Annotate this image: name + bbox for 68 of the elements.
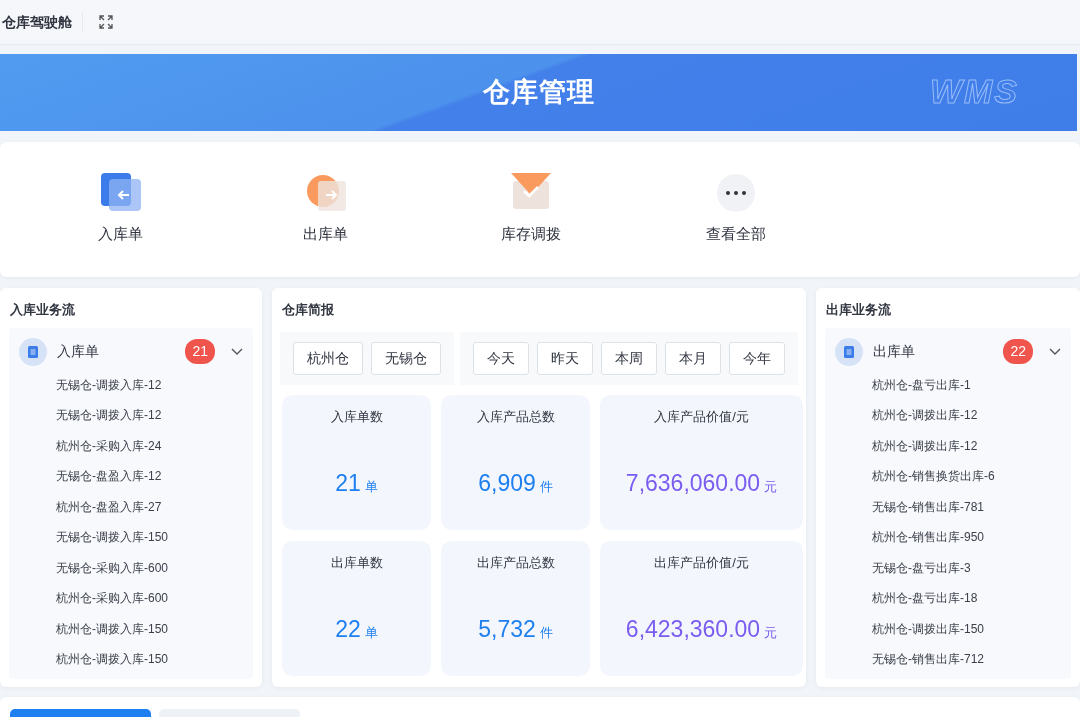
quick-action[interactable]: 入库单	[18, 172, 223, 247]
arrow-circle-icon	[305, 173, 346, 214]
stat-value: 6,909 件	[478, 469, 553, 498]
list-item[interactable]: 杭州仓-盘亏出库-1	[825, 369, 1071, 400]
document-arrow-icon	[100, 173, 141, 214]
stat-unit: 单	[364, 479, 378, 494]
panel-title: 入库业务流	[9, 301, 76, 319]
stat-label: 出库产品总数	[476, 553, 555, 572]
list-item[interactable]: 杭州仓-调拨出库-12	[825, 430, 1071, 461]
stat-value: 5,732 件	[478, 615, 553, 644]
stat-unit: 元	[764, 625, 778, 640]
filter-button[interactable]: 无锡仓	[371, 341, 441, 375]
filter-button[interactable]: 本周	[601, 341, 657, 375]
filter-button[interactable]: 今天	[473, 341, 529, 375]
page-title: 仓库驾驶舱	[0, 12, 83, 32]
group-header[interactable]: 出库单 22	[825, 333, 1071, 370]
list-item[interactable]: 杭州仓-采购入库-24	[9, 430, 253, 461]
filter-button[interactable]: 杭州仓	[293, 341, 363, 375]
stat-value: 6,423,360.00 元	[625, 615, 778, 644]
fullscreen-icon	[99, 15, 113, 29]
list-item[interactable]: 杭州仓-采购入库-600	[9, 583, 253, 614]
stat-label: 入库产品总数	[476, 407, 555, 426]
panel-title: 仓库简报	[281, 301, 335, 319]
stat-unit: 件	[539, 625, 553, 640]
list-item[interactable]: 无锡仓-销售出库-712	[825, 644, 1071, 675]
stat-unit: 元	[764, 479, 778, 494]
list-item[interactable]: 杭州仓-调拨入库-150	[9, 613, 253, 644]
document-glyph-icon	[844, 345, 854, 358]
list-item[interactable]: 杭州仓-调拨出库-12	[825, 400, 1071, 431]
stat-unit: 件	[539, 479, 553, 494]
stat-value: 21 单	[335, 469, 378, 498]
fullscreen-button[interactable]	[99, 15, 113, 29]
stat-unit: 单	[364, 625, 378, 640]
list-item[interactable]: 无锡仓-采购入库-600	[9, 552, 253, 583]
panel-title: 出库业务流	[825, 301, 892, 319]
count-badge: 22	[1003, 339, 1033, 364]
list-item[interactable]: 无锡仓-盘盈入库-12	[9, 461, 253, 492]
list-item[interactable]: 无锡仓-调拨入库-150	[9, 522, 253, 553]
stat-value: 7,636,060.00 元	[625, 469, 778, 498]
list-item[interactable]: 杭州仓-盘盈入库-27	[9, 491, 253, 522]
stat-label: 入库单数	[330, 407, 383, 426]
group-label: 入库单	[57, 342, 100, 361]
document-glyph-icon	[28, 345, 38, 358]
stat-value: 22 单	[335, 615, 378, 644]
quick-action[interactable]: 库存调拨	[428, 172, 633, 247]
list-item[interactable]: 无锡仓-销售出库-781	[825, 491, 1071, 522]
list-item[interactable]: 无锡仓-调拨入库-12	[9, 400, 253, 431]
list-item[interactable]: 无锡仓-盘亏出库-3	[825, 552, 1071, 583]
stat-label: 出库单数	[330, 553, 383, 572]
list-item[interactable]: 杭州仓-调拨出库-150	[825, 613, 1071, 644]
banner-title: 仓库管理	[482, 76, 595, 110]
group-label: 出库单	[873, 342, 916, 361]
list-item[interactable]: 杭州仓-盘亏出库-18	[825, 583, 1071, 614]
filter-button[interactable]: 本月	[665, 341, 721, 375]
more-icon	[715, 173, 756, 214]
quick-action[interactable]: 出库单	[223, 172, 428, 247]
group-header[interactable]: 入库单 21	[9, 333, 253, 370]
filter-button[interactable]: 昨天	[537, 341, 593, 375]
quick-action[interactable]: 查看全部	[633, 172, 838, 247]
stat-label: 入库产品价值/元	[654, 407, 749, 426]
list-item[interactable]: 杭州仓-调拨入库-150	[9, 644, 253, 675]
banner-logo-text: WMS	[929, 74, 1019, 108]
list-item[interactable]: 无锡仓-调拨入库-12	[9, 369, 253, 400]
stat-label: 出库产品价值/元	[654, 553, 749, 572]
filter-button[interactable]: 今年	[729, 341, 785, 375]
count-badge: 21	[185, 339, 215, 364]
list-item[interactable]: 杭州仓-销售换货出库-6	[825, 461, 1071, 492]
list-item[interactable]: 杭州仓-销售出库-950	[825, 522, 1071, 553]
